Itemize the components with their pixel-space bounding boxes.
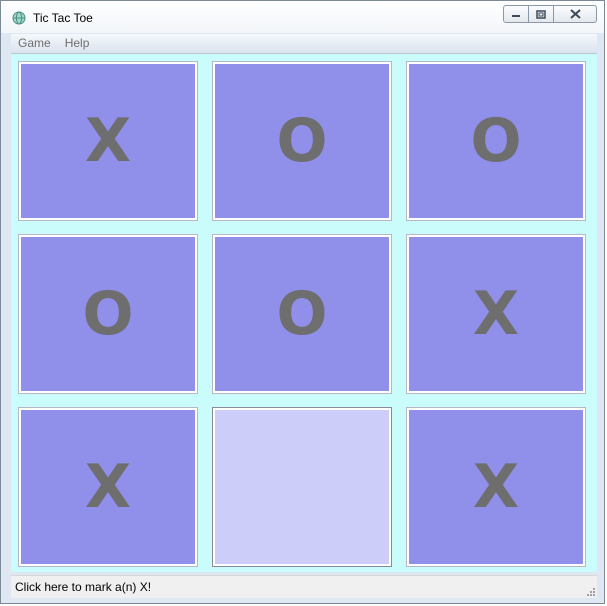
board-cell-1-0[interactable]: O: [18, 234, 198, 394]
menu-bar: Game Help: [11, 34, 597, 54]
cell-mark: O: [409, 64, 583, 218]
caption-buttons: [503, 5, 597, 25]
close-button[interactable]: [553, 5, 597, 23]
cell-mark: O: [215, 64, 389, 218]
board-cell-1-1[interactable]: O: [212, 234, 392, 394]
board-cell-2-0[interactable]: X: [18, 407, 198, 567]
status-text[interactable]: Click here to mark a(n) X!: [15, 580, 151, 594]
minimize-icon: [512, 15, 520, 17]
app-window: Tic Tac Toe Game Help XOOOOXX X Click he…: [0, 0, 605, 604]
board-cell-2-1[interactable]: [212, 407, 392, 567]
maximize-icon: [536, 9, 546, 19]
menu-help[interactable]: Help: [58, 34, 97, 53]
window-title: Tic Tac Toe: [33, 11, 93, 25]
resize-grip-icon[interactable]: [585, 586, 595, 596]
board-cell-0-0[interactable]: X: [18, 61, 198, 221]
board-cell-0-2[interactable]: O: [406, 61, 586, 221]
cell-mark: X: [409, 410, 583, 564]
status-bar[interactable]: Click here to mark a(n) X!: [11, 575, 597, 598]
cell-mark: [215, 410, 389, 564]
globe-icon: [12, 11, 26, 25]
title-bar[interactable]: Tic Tac Toe: [1, 1, 604, 33]
cell-mark: O: [21, 237, 195, 391]
cell-mark: X: [21, 64, 195, 218]
minimize-button[interactable]: [503, 5, 529, 23]
board-cell-0-1[interactable]: O: [212, 61, 392, 221]
game-board: XOOOOXXX: [11, 54, 597, 572]
cell-mark: X: [409, 237, 583, 391]
board-cell-1-2[interactable]: X: [406, 234, 586, 394]
maximize-button[interactable]: [528, 5, 554, 23]
board-cell-2-2[interactable]: X: [406, 407, 586, 567]
cell-mark: O: [215, 237, 389, 391]
close-icon: [569, 9, 581, 19]
menu-game[interactable]: Game: [11, 34, 58, 53]
cell-mark: X: [21, 410, 195, 564]
